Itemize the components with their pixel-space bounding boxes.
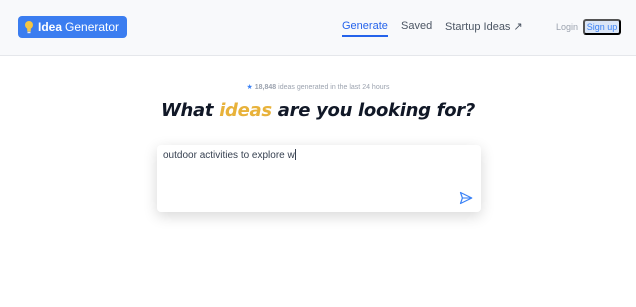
ideas-count: 18,848 xyxy=(254,84,277,91)
logo-text: Idea Generator xyxy=(38,20,119,34)
logo[interactable]: Idea Generator xyxy=(18,16,128,38)
ideas-count-suffix: ideas generated in the last 24 hours xyxy=(278,84,390,91)
star-icon: ★ xyxy=(246,84,253,91)
top-navbar: Idea Generator Generate Saved Startup Id… xyxy=(0,0,636,56)
nav-saved[interactable]: Saved xyxy=(401,20,432,32)
logo-word-idea: Idea xyxy=(38,20,63,34)
idea-prompt-box[interactable]: outdoor activities to explore w xyxy=(157,145,481,212)
send-icon[interactable] xyxy=(459,191,473,205)
logo-word-generator: Generator xyxy=(65,20,120,34)
text-caret xyxy=(294,149,296,160)
headline-accent: ideas xyxy=(219,100,272,121)
headline-end: are you looking for? xyxy=(277,100,476,121)
idea-prompt-input[interactable]: outdoor activities to explore w xyxy=(163,149,296,161)
signup-button[interactable]: Sign up xyxy=(583,19,621,35)
nav-startup-ideas[interactable]: Startup Ideas ↗ xyxy=(445,20,523,33)
headline-start: What xyxy=(160,100,214,121)
idea-prompt-value: outdoor activities to explore w xyxy=(163,150,295,161)
nav-generate[interactable]: Generate xyxy=(342,20,388,37)
ideas-count-stat: ★ 18,848 ideas generated in the last 24 … xyxy=(0,83,636,91)
page-headline: What ideas are you looking for? xyxy=(0,100,636,121)
login-link[interactable]: Login xyxy=(556,22,578,32)
lightbulb-icon xyxy=(25,21,33,34)
